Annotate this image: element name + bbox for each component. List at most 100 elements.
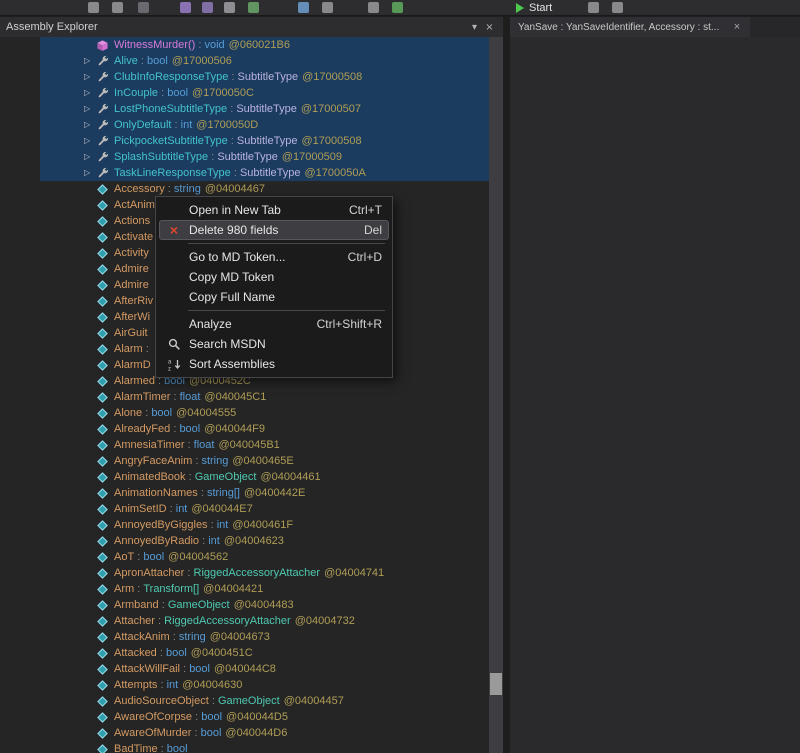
tree-item-icon [96, 518, 111, 532]
toolbar-icon[interactable] [112, 2, 123, 13]
tree-item[interactable]: ▷ Arm : Transform[] @04004421 [40, 581, 489, 597]
menu-item[interactable]: × az Delete 980 fields Del [159, 220, 389, 240]
start-button[interactable]: Start [516, 0, 552, 16]
tree-item[interactable]: ▷ Alive : bool @17000506 [40, 53, 489, 69]
tree-item-icon [96, 678, 111, 692]
toolbar-icon[interactable] [298, 2, 309, 13]
tree-item[interactable]: ▷ AttackAnim : string @04004673 [40, 629, 489, 645]
assembly-icon[interactable] [180, 2, 191, 13]
menu-item[interactable]: × az Copy Full Name [159, 287, 389, 307]
item-address: @04004483 [234, 597, 294, 613]
tree-item[interactable]: ▷ AudioSourceObject : GameObject @040044… [40, 693, 489, 709]
tree-item[interactable]: ▷ Accessory : string @04004467 [40, 181, 489, 197]
toolbar-icon[interactable] [224, 2, 235, 13]
tree-item[interactable]: ▷ AnimSetID : int @040044E7 [40, 501, 489, 517]
document-tab[interactable]: YanSave : YanSaveIdentifier, Accessory :… [510, 17, 750, 37]
toolbar-icon[interactable] [322, 2, 333, 13]
menu-item[interactable]: × az Copy MD Token [159, 267, 389, 287]
tree-item[interactable]: ▷ Attacher : RiggedAccessoryAttacher @04… [40, 613, 489, 629]
item-name: Admire [114, 277, 149, 293]
panel-menu-icon[interactable]: ▾ [467, 22, 482, 33]
menu-item[interactable]: × az [188, 310, 385, 311]
assembly-icon[interactable] [202, 2, 213, 13]
expander-icon[interactable]: ▷ [84, 69, 96, 85]
tree-item[interactable]: ▷ AnnoyedByGiggles : int @0400461F [40, 517, 489, 533]
tree-item-icon [96, 310, 111, 324]
tree-item[interactable]: ▷ AnimationNames : string[] @0400442E [40, 485, 489, 501]
expander-icon[interactable]: ▷ [84, 101, 96, 117]
vertical-scrollbar[interactable] [489, 37, 503, 753]
expander-icon[interactable]: ▷ [84, 133, 96, 149]
menu-item[interactable]: × az Open in New Tab Ctrl+T [159, 200, 389, 220]
tree-item[interactable]: ▷ TaskLineResponseType : SubtitleType @1… [40, 165, 489, 181]
tree-item[interactable]: ▷ AnimatedBook : GameObject @04004461 [40, 469, 489, 485]
panel-close-icon[interactable]: × [482, 22, 497, 33]
tree-item[interactable]: ▷ AlreadyFed : bool @040044F9 [40, 421, 489, 437]
menu-item[interactable]: × az Search MSDN [159, 334, 389, 354]
tree-item[interactable]: ▷ Alone : bool @04004555 [40, 405, 489, 421]
menu-item[interactable]: × az Sort Assemblies [159, 354, 389, 374]
field-icon [96, 503, 109, 516]
expander-icon[interactable]: ▷ [84, 165, 96, 181]
tree-item[interactable]: ▷ AwareOfCorpse : bool @040044D5 [40, 709, 489, 725]
item-address: @0400461F [232, 517, 293, 533]
tree-item[interactable]: ▷ AoT : bool @04004562 [40, 549, 489, 565]
item-name: AfterRiv [114, 293, 153, 309]
toolbar-icon[interactable] [248, 2, 259, 13]
item-name: AlarmD [114, 357, 151, 373]
context-menu: × az Open in New Tab Ctrl+T × az Delete … [155, 196, 393, 378]
tab-close-icon[interactable]: × [730, 21, 744, 33]
toolbar-icon[interactable] [588, 2, 599, 13]
tree-item[interactable]: ▷ Attempts : int @04004630 [40, 677, 489, 693]
tree-item[interactable]: ▷ LostPhoneSubtitleType : SubtitleType @… [40, 101, 489, 117]
expander-icon[interactable]: ▷ [84, 117, 96, 133]
item-address: @04004562 [168, 549, 228, 565]
field-icon [96, 295, 109, 308]
scrollbar-thumb[interactable] [490, 673, 502, 695]
item-type: int [208, 533, 220, 549]
expander-icon[interactable]: ▷ [84, 85, 96, 101]
item-separator: : [184, 565, 193, 581]
tree-item[interactable]: ▷ AttackWillFail : bool @040044C8 [40, 661, 489, 677]
tree-item[interactable]: ▷ AwareOfMurder : bool @040044D6 [40, 725, 489, 741]
tree-item[interactable]: ▷ Attacked : bool @0400451C [40, 645, 489, 661]
toolbar-icon[interactable] [88, 2, 99, 13]
item-separator: : [170, 629, 179, 645]
item-address: @040044C8 [214, 661, 276, 677]
toolbar-icon[interactable] [612, 2, 623, 13]
toolbar-icon[interactable] [368, 2, 379, 13]
menu-item[interactable]: × az Go to MD Token... Ctrl+D [159, 247, 389, 267]
item-type: void [204, 37, 224, 53]
tree-item[interactable]: ▷ Armband : GameObject @04004483 [40, 597, 489, 613]
expander-icon[interactable]: ▷ [84, 149, 96, 165]
start-label: Start [529, 2, 552, 14]
tree-item[interactable]: ▷ InCouple : bool @1700050C [40, 85, 489, 101]
menu-item[interactable]: × az Analyze Ctrl+Shift+R [159, 314, 389, 334]
toolbar-icon[interactable] [392, 2, 403, 13]
field-icon [96, 263, 109, 276]
tree-item[interactable]: ▷ AngryFaceAnim : string @0400465E [40, 453, 489, 469]
tree-item[interactable]: ▷ WitnessMurder() : void @060021B6 [40, 37, 489, 53]
tree-item-icon [96, 262, 111, 276]
tree-item[interactable]: ▷ ApronAttacher : RiggedAccessoryAttache… [40, 565, 489, 581]
tree-item[interactable]: ▷ OnlyDefault : int @1700050D [40, 117, 489, 133]
item-address: @17000506 [172, 53, 232, 69]
tree-item[interactable]: ▷ PickpocketSubtitleType : SubtitleType … [40, 133, 489, 149]
tree-item[interactable]: ▷ AlarmTimer : float @040045C1 [40, 389, 489, 405]
item-address: @17000508 [302, 69, 362, 85]
main-toolbar: Start [0, 0, 800, 16]
item-separator: : [231, 165, 240, 181]
item-name: AnimSetID [114, 501, 167, 517]
expander-icon[interactable]: ▷ [84, 53, 96, 69]
tree-item[interactable]: ▷ BadTime : bool [40, 741, 489, 753]
item-address: @04004467 [205, 181, 265, 197]
menu-item-shortcut: Ctrl+D [348, 250, 382, 264]
item-name: ClubInfoResponseType [114, 69, 228, 85]
field-icon [96, 727, 109, 740]
tree-item[interactable]: ▷ SplashSubtitleType : SubtitleType @170… [40, 149, 489, 165]
toolbar-icon[interactable] [138, 2, 149, 13]
tree-item[interactable]: ▷ AmnesiaTimer : float @040045B1 [40, 437, 489, 453]
menu-item[interactable]: × az [188, 243, 385, 244]
tree-item[interactable]: ▷ AnnoyedByRadio : int @04004623 [40, 533, 489, 549]
tree-item[interactable]: ▷ ClubInfoResponseType : SubtitleType @1… [40, 69, 489, 85]
